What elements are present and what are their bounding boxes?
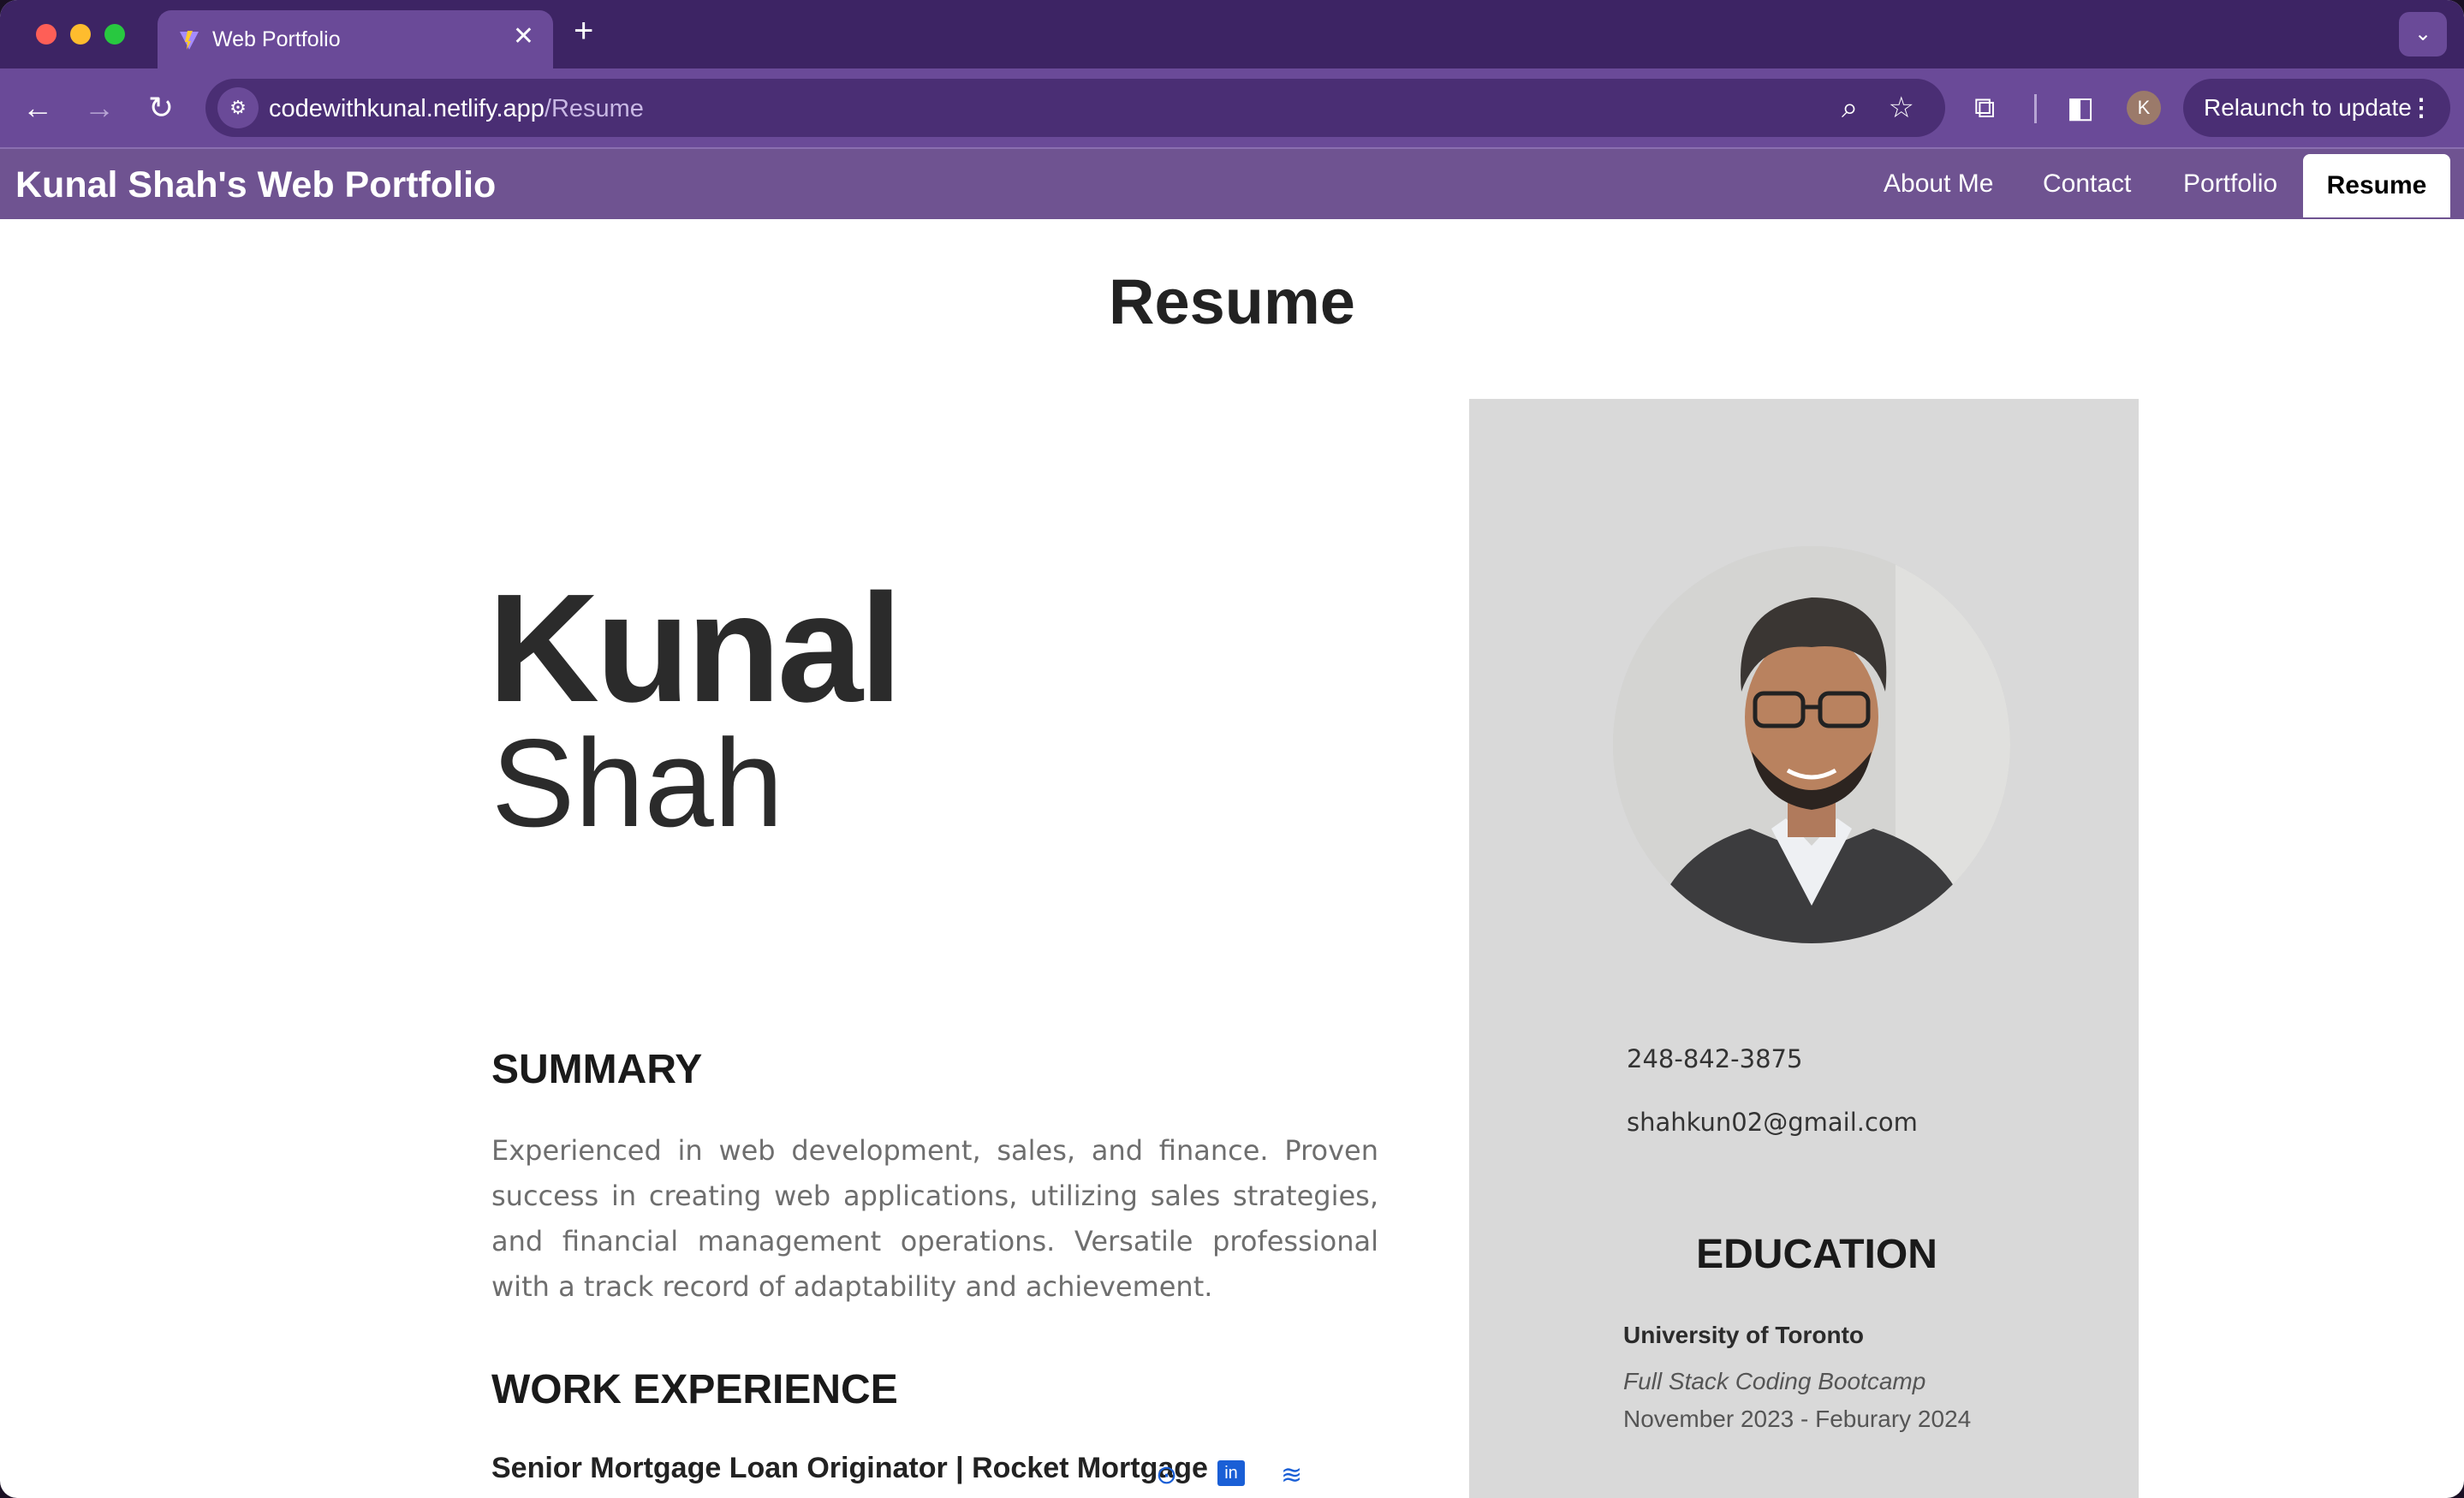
url-path: /Resume: [544, 95, 644, 122]
browser-menu-icon[interactable]: ⋮: [2409, 79, 2433, 137]
site-info-icon[interactable]: ⚙: [217, 87, 259, 128]
profile-avatar[interactable]: K: [2127, 91, 2161, 125]
browser-toolbar: ← → ↻ ⚙ codewithkunal.netlify.app/Resume…: [0, 68, 2464, 147]
tab-strip: Web Portfolio ✕ + ⌄: [0, 0, 2464, 68]
minimize-window-button[interactable]: [70, 24, 91, 45]
vite-favicon-icon: [180, 31, 199, 50]
education-heading: EDUCATION: [1696, 1232, 1937, 1277]
nav-resume-active[interactable]: Resume: [2303, 154, 2450, 217]
site-brand[interactable]: Kunal Shah's Web Portfolio: [15, 164, 496, 206]
bookmark-star-icon[interactable]: ☆: [1889, 91, 1914, 125]
linkedin-icon[interactable]: in: [1217, 1460, 1245, 1486]
tab-search-button[interactable]: ⌄: [2399, 12, 2447, 56]
site-header: Kunal Shah's Web Portfolio About Me Cont…: [0, 147, 2464, 219]
nav-contact[interactable]: Contact: [2043, 169, 2131, 199]
nav-about-me[interactable]: About Me: [1884, 169, 1993, 199]
relaunch-label: Relaunch to update: [2204, 94, 2412, 121]
profile-photo-illustration: [1613, 546, 2010, 943]
nav-portfolio[interactable]: Portfolio: [2183, 169, 2277, 199]
reload-button[interactable]: ↻: [140, 87, 182, 128]
toolbar-divider: [2034, 94, 2037, 123]
browser-window: Web Portfolio ✕ + ⌄ ← → ↻ ⚙ codewithkuna…: [0, 0, 2464, 1498]
profile-photo: [1613, 546, 2010, 943]
url-host: codewithkunal.netlify.app: [269, 95, 545, 122]
close-window-button[interactable]: [36, 24, 57, 45]
stackoverflow-icon[interactable]: ≋: [1281, 1460, 1302, 1490]
tab-close-icon[interactable]: ✕: [513, 24, 534, 50]
extensions-icon[interactable]: ⧉: [1974, 87, 1995, 128]
resume-first-name: Kunal: [488, 562, 902, 734]
job-title: Senior Mortgage Loan Originator | Rocket…: [491, 1452, 1208, 1484]
zoom-icon[interactable]: ⌕: [1842, 91, 1858, 125]
relaunch-to-update-button[interactable]: Relaunch to update ⋮: [2183, 79, 2450, 137]
email-address[interactable]: shahkun02@gmail.com: [1627, 1108, 1918, 1137]
maximize-window-button[interactable]: [104, 24, 125, 45]
back-button[interactable]: ←: [17, 87, 58, 128]
side-panel-icon[interactable]: ◧: [2067, 87, 2094, 128]
education-school: University of Toronto: [1623, 1322, 1865, 1348]
resume-last-name: Shah: [491, 713, 783, 853]
browser-tab-web-portfolio[interactable]: Web Portfolio ✕: [158, 10, 553, 68]
education-dates: November 2023 - Feburary 2024: [1623, 1406, 1972, 1432]
education-program: Full Stack Coding Bootcamp: [1623, 1368, 1926, 1394]
phone-number[interactable]: 248-842-3875: [1627, 1044, 1802, 1073]
summary-heading: SUMMARY: [491, 1047, 703, 1092]
address-bar[interactable]: ⚙ codewithkunal.netlify.app/Resume ⌕ ☆: [205, 79, 1945, 137]
page-title: Resume: [1109, 266, 1355, 337]
tab-title: Web Portfolio: [212, 27, 341, 51]
resume-sidebar: 248-842-3875 shahkun02@gmail.com EDUCATI…: [1469, 399, 2139, 1498]
forward-button[interactable]: →: [79, 87, 120, 128]
summary-text: Experienced in web development, sales, a…: [491, 1134, 1378, 1303]
new-tab-button[interactable]: +: [574, 14, 593, 48]
url-text[interactable]: codewithkunal.netlify.app/Resume: [269, 95, 644, 123]
work-experience-heading: WORK EXPERIENCE: [491, 1367, 898, 1412]
github-icon[interactable]: ⊙: [1156, 1460, 1177, 1490]
